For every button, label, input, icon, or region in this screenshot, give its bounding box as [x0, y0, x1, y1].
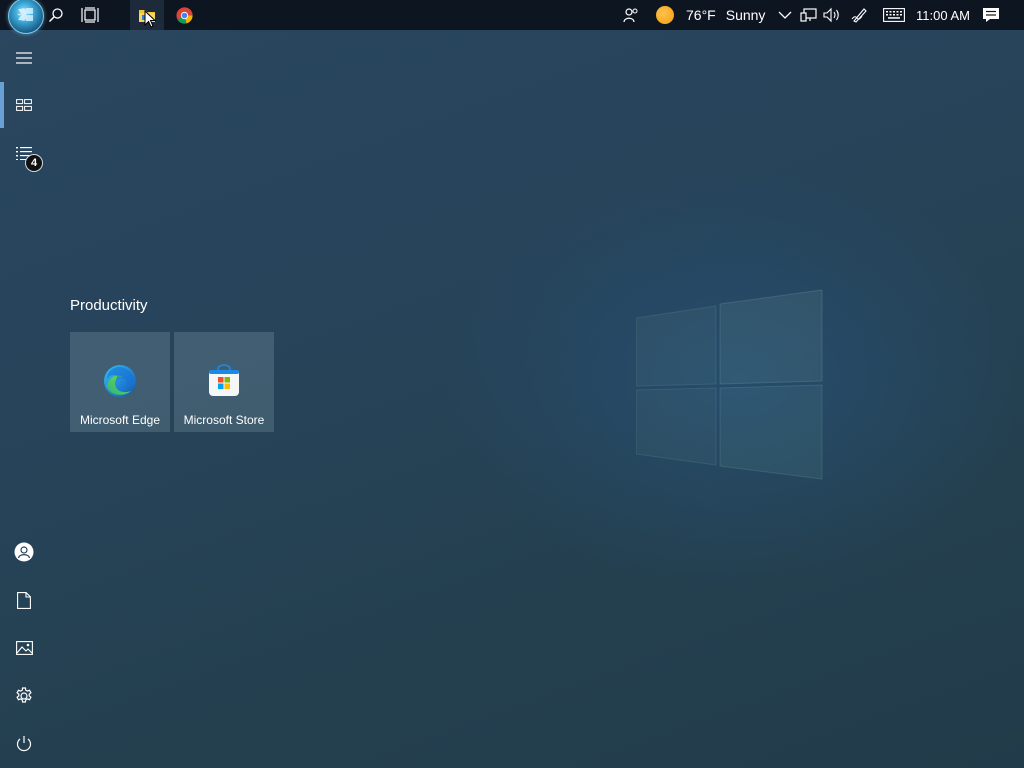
touch-keyboard-button[interactable]	[882, 0, 906, 30]
rail-account-button[interactable]	[0, 530, 48, 574]
pen-workspace-button[interactable]	[850, 0, 870, 30]
windows-wallpaper-logo	[636, 289, 823, 480]
rail-pictures-button[interactable]	[0, 626, 48, 670]
clock-time: 11:00 AM	[916, 7, 970, 23]
pictures-icon	[15, 641, 33, 655]
task-view-button[interactable]	[78, 0, 102, 30]
gear-icon	[16, 687, 32, 703]
rail-documents-button[interactable]	[0, 578, 48, 622]
tile-microsoft-store[interactable]: Microsoft Store	[174, 332, 274, 432]
tile-label: Microsoft Edge	[79, 413, 161, 427]
keyboard-icon	[883, 8, 905, 22]
chevron-up-icon	[778, 11, 792, 19]
weather-condition: Sunny	[725, 7, 766, 23]
people-icon	[623, 8, 638, 23]
windows-orb-icon	[8, 0, 44, 34]
clock[interactable]: 11:00 AM	[916, 0, 970, 30]
action-center-button[interactable]	[980, 0, 1002, 30]
people-button[interactable]	[620, 0, 642, 30]
weather-widget[interactable]: 76°F Sunny	[656, 0, 765, 30]
start-button[interactable]	[6, 0, 46, 34]
rail-expand-button[interactable]	[0, 36, 48, 80]
taskbar-chrome[interactable]	[168, 0, 200, 30]
tile-microsoft-edge[interactable]: Microsoft Edge	[70, 332, 170, 432]
task-view-icon	[81, 7, 99, 23]
network-button[interactable]	[799, 0, 819, 30]
volume-button[interactable]	[822, 0, 842, 30]
all-apps-badge: 4	[25, 154, 43, 172]
chrome-icon	[175, 6, 193, 24]
weather-temperature: 76°F	[686, 7, 716, 23]
search-icon	[48, 8, 63, 23]
pen-icon	[851, 8, 867, 23]
edge-icon	[104, 365, 136, 397]
rail-pinned-tiles-button[interactable]	[0, 83, 48, 127]
taskbar-file-explorer[interactable]	[130, 0, 164, 30]
rail-settings-button[interactable]	[0, 674, 48, 718]
tile-label: Microsoft Store	[183, 413, 265, 427]
action-center-icon	[983, 8, 999, 22]
show-hidden-icons-button[interactable]	[777, 0, 793, 30]
search-button[interactable]	[44, 0, 68, 30]
network-icon	[800, 8, 817, 22]
taskbar: 76°F Sunny 11:00 AM	[0, 0, 1024, 34]
sun-icon	[656, 6, 674, 24]
mouse-cursor-icon	[144, 10, 156, 28]
hamburger-icon	[16, 52, 32, 64]
user-icon	[14, 542, 34, 562]
volume-icon	[823, 7, 839, 23]
power-icon	[16, 736, 32, 752]
document-icon	[17, 591, 31, 609]
tile-group-title[interactable]: Productivity	[70, 297, 148, 314]
rail-power-button[interactable]	[0, 722, 48, 766]
store-icon	[209, 364, 239, 396]
tiles-icon	[16, 99, 32, 111]
